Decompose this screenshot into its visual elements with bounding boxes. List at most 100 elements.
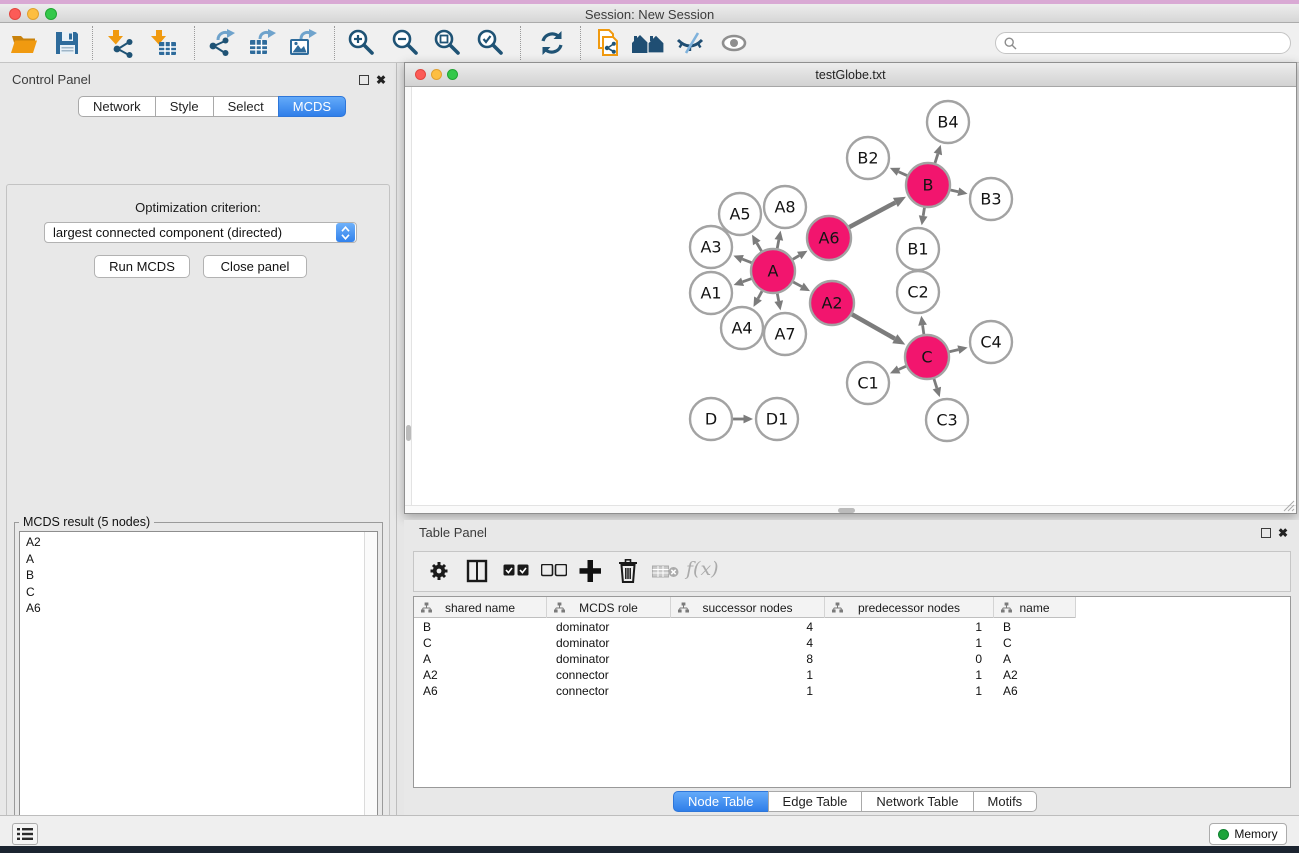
graph-node-A1[interactable]: A1 [690, 272, 732, 314]
search-input[interactable] [1022, 36, 1282, 50]
graph-node-B1[interactable]: B1 [897, 228, 939, 270]
run-mcds-button[interactable]: Run MCDS [94, 255, 190, 278]
result-list-item[interactable]: C [20, 584, 377, 601]
zoom-out-button[interactable] [390, 27, 422, 59]
table-row[interactable]: A6connector11A6 [414, 683, 1290, 699]
graph-node-A[interactable]: A [751, 249, 795, 293]
network-horizontal-scrollbar[interactable] [405, 505, 1296, 513]
column-header-successor-nodes[interactable]: successor nodes [671, 597, 825, 618]
graph-node-A2[interactable]: A2 [810, 281, 854, 325]
column-header-shared-name[interactable]: shared name [414, 597, 547, 618]
float-table-panel-icon[interactable] [1261, 528, 1271, 538]
result-list-item[interactable]: A2 [20, 532, 377, 551]
graph-node-A6[interactable]: A6 [807, 216, 851, 260]
network-window-titlebar[interactable]: testGlobe.txt [405, 63, 1296, 87]
tab-network-table[interactable]: Network Table [861, 791, 973, 812]
graph-node-C2[interactable]: C2 [897, 271, 939, 313]
edge-C-C1[interactable] [899, 366, 906, 369]
edge-A-A6[interactable] [793, 256, 799, 260]
edge-A-A3[interactable] [742, 259, 751, 263]
edge-C-C4[interactable] [949, 350, 958, 352]
table-row[interactable]: Cdominator41C [414, 635, 1290, 651]
add-column-button[interactable] [578, 558, 602, 589]
search-box[interactable] [995, 32, 1291, 54]
window-resize-grip[interactable] [1281, 498, 1295, 512]
zoom-in-button[interactable] [346, 27, 378, 59]
delete-column-button[interactable] [617, 558, 639, 589]
graph-node-A7[interactable]: A7 [764, 313, 806, 355]
home-layout-button[interactable] [630, 27, 662, 59]
graph-node-C[interactable]: C [905, 335, 949, 379]
optimization-criterion-select[interactable]: largest connected component (directed) [44, 222, 357, 243]
edge-A6-B[interactable] [849, 202, 895, 227]
tab-motifs[interactable]: Motifs [973, 791, 1038, 812]
edge-A2-C[interactable] [852, 314, 895, 338]
graph-node-C4[interactable]: C4 [970, 321, 1012, 363]
hide-panels-button[interactable] [674, 27, 706, 59]
import-network-button[interactable] [104, 27, 136, 59]
result-list-item[interactable]: A6 [20, 600, 377, 617]
tab-node-table[interactable]: Node Table [673, 791, 769, 812]
tab-network[interactable]: Network [78, 96, 156, 117]
task-history-button[interactable] [12, 823, 38, 845]
export-network-button[interactable] [206, 27, 238, 59]
tab-select[interactable]: Select [213, 96, 279, 117]
horizontal-scrollbar-thumb[interactable] [838, 508, 855, 513]
result-list-item[interactable]: B [20, 567, 377, 584]
graph-node-A5[interactable]: A5 [719, 193, 761, 235]
edge-B-B4[interactable] [935, 154, 938, 163]
vertical-scrollbar-thumb[interactable] [406, 425, 411, 441]
graph-node-D[interactable]: D [690, 398, 732, 440]
select-all-checkboxes-button[interactable] [503, 564, 529, 582]
result-list-item[interactable]: A [20, 551, 377, 568]
edge-A-A2[interactable] [793, 282, 801, 287]
edge-B-B1[interactable] [923, 208, 924, 216]
edge-A-A5[interactable] [757, 243, 762, 251]
edge-C-C3[interactable] [934, 379, 937, 388]
close-panel-button[interactable]: Close panel [203, 255, 307, 278]
graph-node-B2[interactable]: B2 [847, 137, 889, 179]
graph-node-C1[interactable]: C1 [847, 362, 889, 404]
duplicate-network-button[interactable] [592, 27, 624, 59]
result-list-scrollbar[interactable] [364, 532, 377, 853]
graph-node-A4[interactable]: A4 [721, 307, 763, 349]
export-table-button[interactable] [246, 27, 278, 59]
graph-node-D1[interactable]: D1 [756, 398, 798, 440]
zoom-selected-button[interactable] [475, 27, 507, 59]
show-column-button[interactable] [466, 558, 488, 589]
column-header-predecessor-nodes[interactable]: predecessor nodes [825, 597, 994, 618]
graph-node-B4[interactable]: B4 [927, 101, 969, 143]
save-session-button[interactable] [51, 27, 83, 59]
graph-node-B[interactable]: B [906, 163, 950, 207]
zoom-fit-button[interactable] [432, 27, 464, 59]
tab-edge-table[interactable]: Edge Table [768, 791, 863, 812]
close-panel-icon[interactable]: ✖ [376, 74, 386, 86]
float-panel-icon[interactable] [359, 75, 369, 85]
edge-C-C2[interactable] [923, 325, 924, 334]
table-row[interactable]: Bdominator41B [414, 619, 1290, 635]
show-graphics-details-button[interactable] [718, 27, 750, 59]
export-image-button[interactable] [287, 27, 319, 59]
network-vertical-scrollbar[interactable] [405, 87, 412, 505]
graph-node-B3[interactable]: B3 [970, 178, 1012, 220]
graph-node-A3[interactable]: A3 [690, 226, 732, 268]
edge-A-A8[interactable] [777, 240, 779, 248]
open-session-button[interactable] [8, 27, 40, 59]
graph-node-A8[interactable]: A8 [764, 186, 806, 228]
column-header-MCDS-role[interactable]: MCDS role [547, 597, 671, 618]
edge-B-B3[interactable] [950, 190, 958, 192]
column-header-name[interactable]: name [994, 597, 1076, 618]
edge-B-B2[interactable] [899, 172, 907, 176]
mcds-result-list[interactable]: A2ABCA6 [19, 531, 378, 853]
table-row[interactable]: Adominator80A [414, 651, 1290, 667]
table-row[interactable]: A2connector11A2 [414, 667, 1290, 683]
import-table-button[interactable] [147, 27, 179, 59]
edge-A-A7[interactable] [777, 294, 778, 301]
edge-A-A4[interactable] [758, 291, 762, 298]
tab-style[interactable]: Style [155, 96, 214, 117]
edge-A-A1[interactable] [743, 279, 752, 282]
refresh-layout-button[interactable] [536, 27, 568, 59]
close-table-panel-icon[interactable]: ✖ [1278, 527, 1288, 539]
unselect-all-checkboxes-button[interactable] [541, 564, 567, 582]
graph-node-C3[interactable]: C3 [926, 399, 968, 441]
